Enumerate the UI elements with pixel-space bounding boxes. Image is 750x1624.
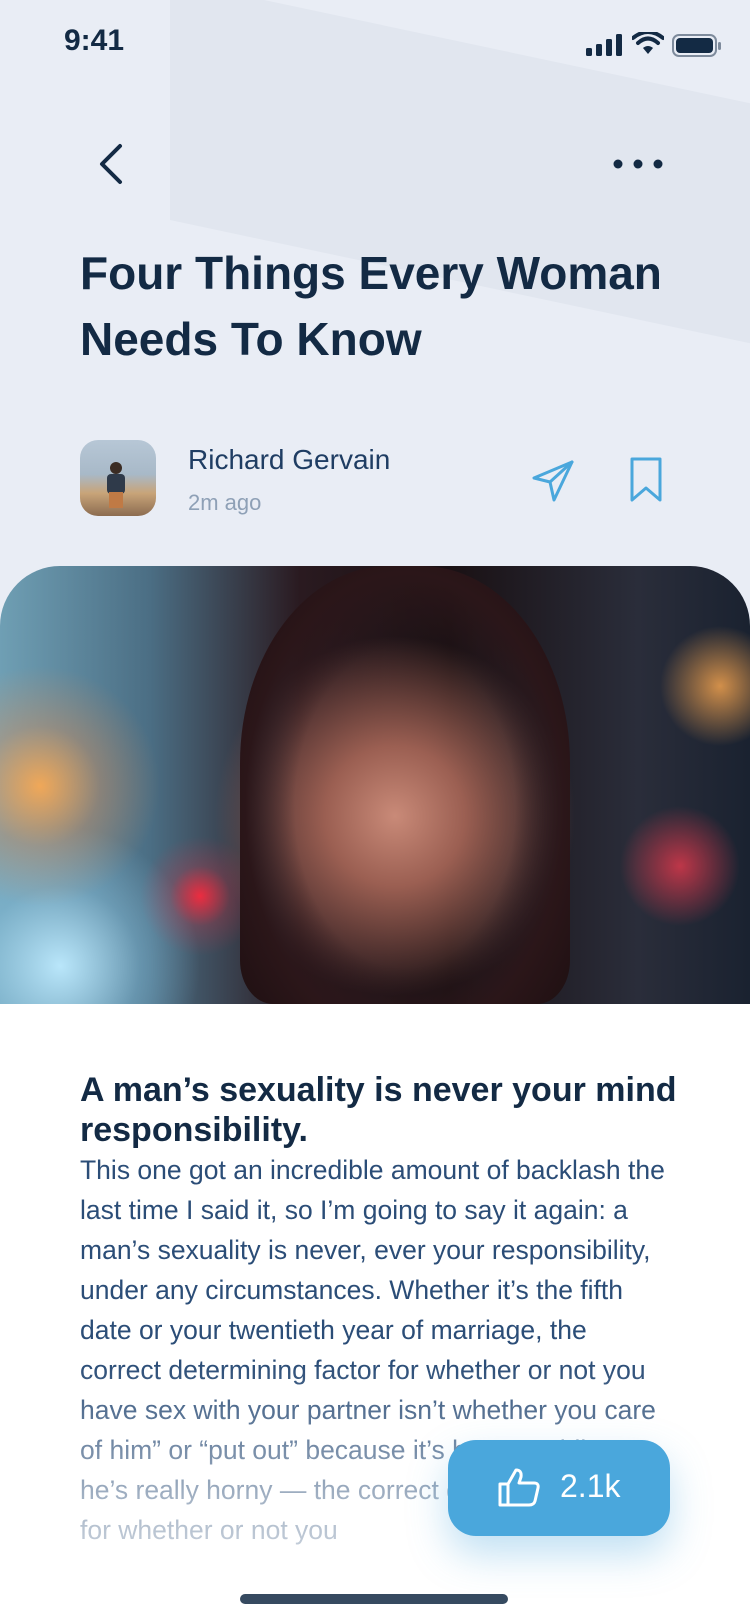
bookmark-icon[interactable]	[628, 456, 664, 504]
status-time: 9:41	[64, 24, 125, 57]
article-subheading: A man’s sexuality is never your mind res…	[80, 1071, 677, 1149]
signal-icon	[586, 34, 622, 56]
like-count: 2.1k	[560, 1468, 621, 1504]
like-button[interactable]: 2.1k	[448, 1440, 670, 1536]
author-name[interactable]: Richard Gervain	[188, 444, 390, 476]
hero-image	[0, 566, 750, 1004]
thumbs-up-icon	[498, 1468, 540, 1507]
back-chevron-icon[interactable]	[92, 138, 132, 190]
send-icon[interactable]	[530, 458, 576, 504]
avatar[interactable]	[80, 440, 156, 516]
battery-icon	[672, 34, 721, 57]
article-title: Four Things Every Woman Needs To Know	[80, 247, 662, 365]
status-bar: 9:41	[0, 0, 750, 90]
more-dots-icon[interactable]	[610, 150, 666, 178]
wifi-icon	[632, 32, 664, 54]
author-row: Richard Gervain 2m ago	[80, 440, 680, 520]
post-time: 2m ago	[188, 490, 262, 515]
home-indicator	[240, 1594, 508, 1604]
